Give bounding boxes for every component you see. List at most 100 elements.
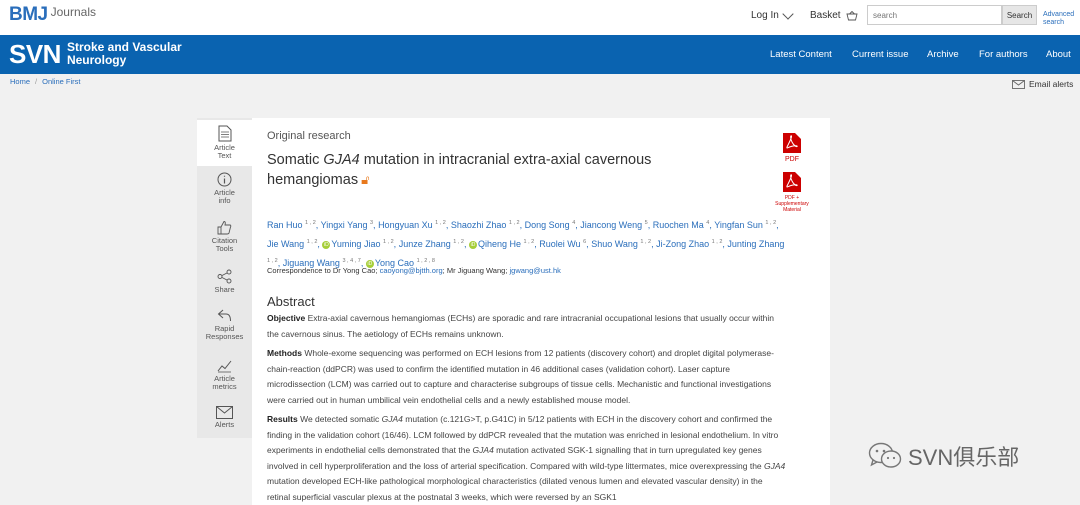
author-affiliation[interactable]: 1 , 2 [435,220,446,226]
author-name[interactable]: Dong Song [525,220,570,230]
author-name[interactable]: Jiancong Weng [580,220,642,230]
author-affiliation[interactable]: 5 [645,220,648,226]
article-type: Original research [267,130,351,142]
author-affiliation[interactable]: 1 , 2 [307,239,318,245]
nav-latest-content[interactable]: Latest Content [770,49,832,60]
author-name[interactable]: Ruolei Wu [539,239,580,249]
search-input[interactable] [867,5,1002,25]
search-button[interactable]: Search [1002,5,1037,25]
author-entry: Shuo Wang 1 , 2, [591,239,657,249]
author-affiliation[interactable]: 1 , 2 [640,239,651,245]
bmj-logo-mark: BMJ [9,4,48,25]
author-affiliation[interactable]: 6 [583,239,586,245]
wechat-watermark: SVN俱乐部 [868,440,1019,472]
author-entry: Yingxi Yang 3, [320,220,379,230]
author-affiliation[interactable]: 1 , 2 , 8 [417,258,435,264]
author-affiliation[interactable]: 3 [370,220,373,226]
envelope-icon [1012,79,1025,89]
open-access-icon: 🔓︎ [361,172,370,187]
breadcrumb-home[interactable]: Home [10,77,30,86]
author-name[interactable]: Jie Wang [267,239,304,249]
breadcrumb-separator: / [35,77,38,86]
author-entry: Ran Huo 1 , 2, [267,220,321,230]
basket-link[interactable]: Basket [810,10,858,21]
author-name[interactable]: Yingfan Sun [714,220,763,230]
gene-name: GJA4 [381,414,403,424]
author-name[interactable]: Ji-Zong Zhao [656,239,709,249]
objective-text: Extra-axial cavernous hemangiomas (ECHs)… [267,313,774,339]
title-gene: GJA4 [323,152,360,168]
journal-title: Stroke and Vascular Neurology [67,41,182,67]
author-entry: Jie Wang 1 , 2, [267,239,323,249]
rail-citation-tools[interactable]: Citation Tools [197,220,252,253]
author-entry: Ruolei Wu 6, [539,239,592,249]
author-name[interactable]: Qiheng He [478,239,521,249]
author-entry: iD Yuming Jiao 1 , 2, [322,239,399,249]
author-affiliation[interactable]: 1 , 2 [383,239,394,245]
author-affiliation[interactable]: 1 , 2 [267,258,278,264]
svn-journal-logo[interactable]: SVN Stroke and Vascular Neurology [9,39,182,69]
document-icon [218,125,231,142]
author-entry: iD Qiheng He 1 , 2, [468,239,540,249]
abstract-results: Results We detected somatic GJA4 mutatio… [267,412,787,505]
email-link[interactable]: caoyong@bjtth.org [380,266,443,275]
rail-share[interactable]: Share [197,269,252,294]
abstract-objective: Objective Extra-axial cavernous hemangio… [267,311,787,342]
author-affiliation[interactable]: 4 [572,220,575,226]
nav-for-authors[interactable]: For authors [979,49,1028,60]
pdf-download-button[interactable]: PDF [780,132,804,163]
rail-rapid-responses[interactable]: Rapid Responses [197,308,252,341]
journal-navbar: SVN Stroke and Vascular Neurology Latest… [0,35,1080,74]
nav-current-issue[interactable]: Current issue [852,49,909,60]
author-affiliation[interactable]: 1 , 2 [305,220,316,226]
author-entry: Shaozhi Zhao 1 , 2, [450,220,525,230]
login-menu[interactable]: Log In [751,7,794,21]
rail-article-text[interactable]: Article Text [197,120,252,166]
rail-article-info[interactable]: Article info [197,172,252,205]
author-name[interactable]: Ruochen Ma [653,220,704,230]
author-affiliation[interactable]: 1 , 2 [712,239,723,245]
author-name[interactable]: Shuo Wang [591,239,638,249]
advanced-search-link[interactable]: Advanced search [1043,11,1078,27]
author-affiliation[interactable]: 3 , 4 , 7 [342,258,360,264]
orcid-icon[interactable]: iD [322,240,331,249]
basket-icon [846,10,858,20]
author-name[interactable]: Yingxi Yang [321,220,368,230]
pdf-supplementary-button[interactable]: PDF + Supplementary Material [772,171,812,213]
nav-about[interactable]: About [1046,49,1071,60]
correspondence: Correspondence to Dr Yong Cao; caoyong@b… [267,266,561,275]
rail-label-line2: Text [217,151,232,160]
svn-logo-mark: SVN [9,39,61,69]
title-pre: Somatic [267,152,324,168]
author-name[interactable]: Junze Zhang [399,239,451,249]
nav-archive[interactable]: Archive [927,49,959,60]
author-affiliation[interactable]: 1 , 2 [453,239,464,245]
article-tools-rail: Article Text Article info Citation Tools… [197,118,252,438]
breadcrumb-online-first[interactable]: Online First [42,77,80,86]
pdf-supp-label-3: Material [783,207,801,213]
bmj-journals-logo[interactable]: BMJ Journals [9,4,96,26]
metrics-icon [217,360,232,373]
rail-article-metrics[interactable]: Article metrics [197,358,252,391]
rail-label-line2: info [218,196,231,205]
results-text: We detected somatic [297,414,382,424]
author-name[interactable]: Shaozhi Zhao [451,220,507,230]
author-name[interactable]: Yuming Jiao [331,239,380,249]
author-affiliation[interactable]: 1 , 2 [524,239,535,245]
rail-label-line2: metrics [212,382,237,391]
author-name[interactable]: Hongyuan Xu [378,220,433,230]
author-list: Ran Huo 1 , 2, Yingxi Yang 3, Hongyuan X… [267,215,787,272]
article-title: Somatic GJA4 mutation in intracranial ex… [267,151,737,190]
rail-alerts[interactable]: Alerts [197,406,252,429]
email-link[interactable]: jgwang@ust.hk [510,266,561,275]
author-entry: Ruochen Ma 4, [652,220,715,230]
login-label: Log In [751,10,779,21]
orcid-icon[interactable]: iD [468,240,477,249]
author-affiliation[interactable]: 4 [706,220,709,226]
author-affiliation[interactable]: 1 , 2 [509,220,520,226]
email-alerts-link[interactable]: Email alerts [1012,79,1073,89]
site-header: BMJ Journals Log In Basket Search Advanc… [0,0,1080,35]
author-name[interactable]: Ran Huo [267,220,303,230]
author-affiliation[interactable]: 1 , 2 [765,220,776,226]
author-name[interactable]: Junting Zhang [727,239,784,249]
